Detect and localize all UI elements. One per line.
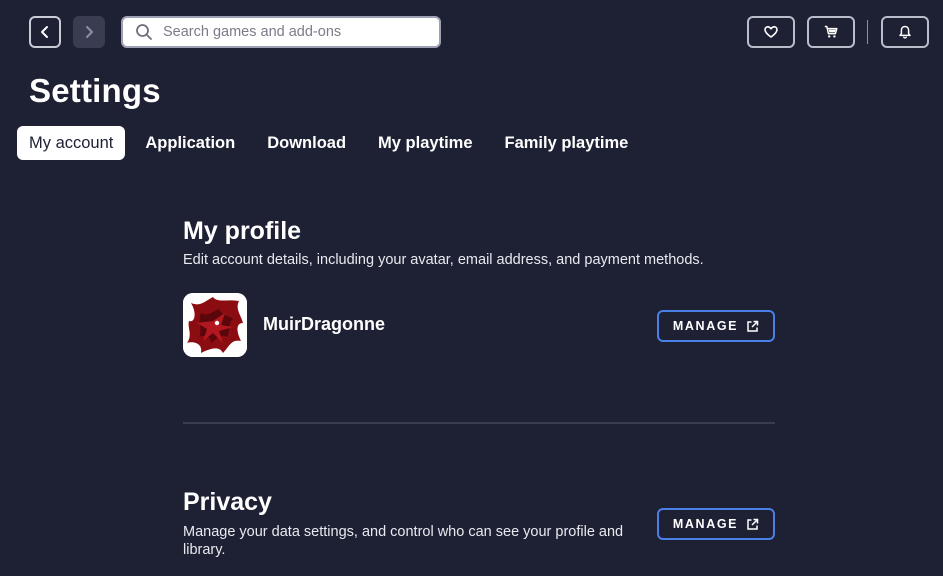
profile-username: MuirDragonne	[263, 314, 386, 334]
tab-application[interactable]: Application	[133, 126, 247, 160]
cart-button[interactable]	[807, 16, 855, 48]
settings-tabs: My account Application Download My playt…	[17, 126, 648, 160]
wishlist-button[interactable]	[747, 16, 795, 48]
external-link-icon	[746, 518, 759, 531]
header-divider	[867, 20, 868, 44]
tab-my-account[interactable]: My account	[17, 126, 126, 160]
profile-manage-label: MANAGE	[672, 319, 739, 333]
forward-button[interactable]	[73, 16, 105, 48]
back-button[interactable]	[29, 16, 61, 48]
search-input[interactable]	[163, 24, 423, 40]
tab-download[interactable]: Download	[255, 126, 358, 160]
privacy-manage-label: MANAGE	[672, 517, 739, 531]
privacy-description-line2: library.	[183, 542, 226, 558]
cart-icon	[824, 25, 838, 38]
page-title: Settings	[29, 72, 161, 109]
chevron-right-icon	[86, 26, 93, 38]
notifications-button[interactable]	[881, 16, 929, 48]
search-box[interactable]	[121, 16, 441, 48]
settings-page: Settings My account Application Download…	[0, 0, 943, 576]
dragon-emblem-icon	[183, 293, 247, 357]
chevron-left-icon	[41, 26, 48, 38]
heart-icon	[764, 26, 778, 38]
search-icon	[135, 23, 153, 41]
profile-manage-button[interactable]: MANAGE	[657, 310, 775, 342]
external-link-icon	[746, 320, 759, 333]
privacy-description-line1: Manage your data settings, and control w…	[183, 524, 624, 540]
avatar[interactable]	[183, 293, 247, 357]
tab-family-playtime[interactable]: Family playtime	[493, 126, 641, 160]
profile-section-title: My profile	[183, 217, 302, 245]
tab-my-playtime[interactable]: My playtime	[366, 126, 484, 160]
bell-icon	[899, 25, 911, 39]
privacy-section-title: Privacy	[183, 488, 272, 516]
section-divider	[183, 422, 775, 424]
profile-section-description: Edit account details, including your ava…	[183, 252, 704, 268]
privacy-manage-button[interactable]: MANAGE	[657, 508, 775, 540]
